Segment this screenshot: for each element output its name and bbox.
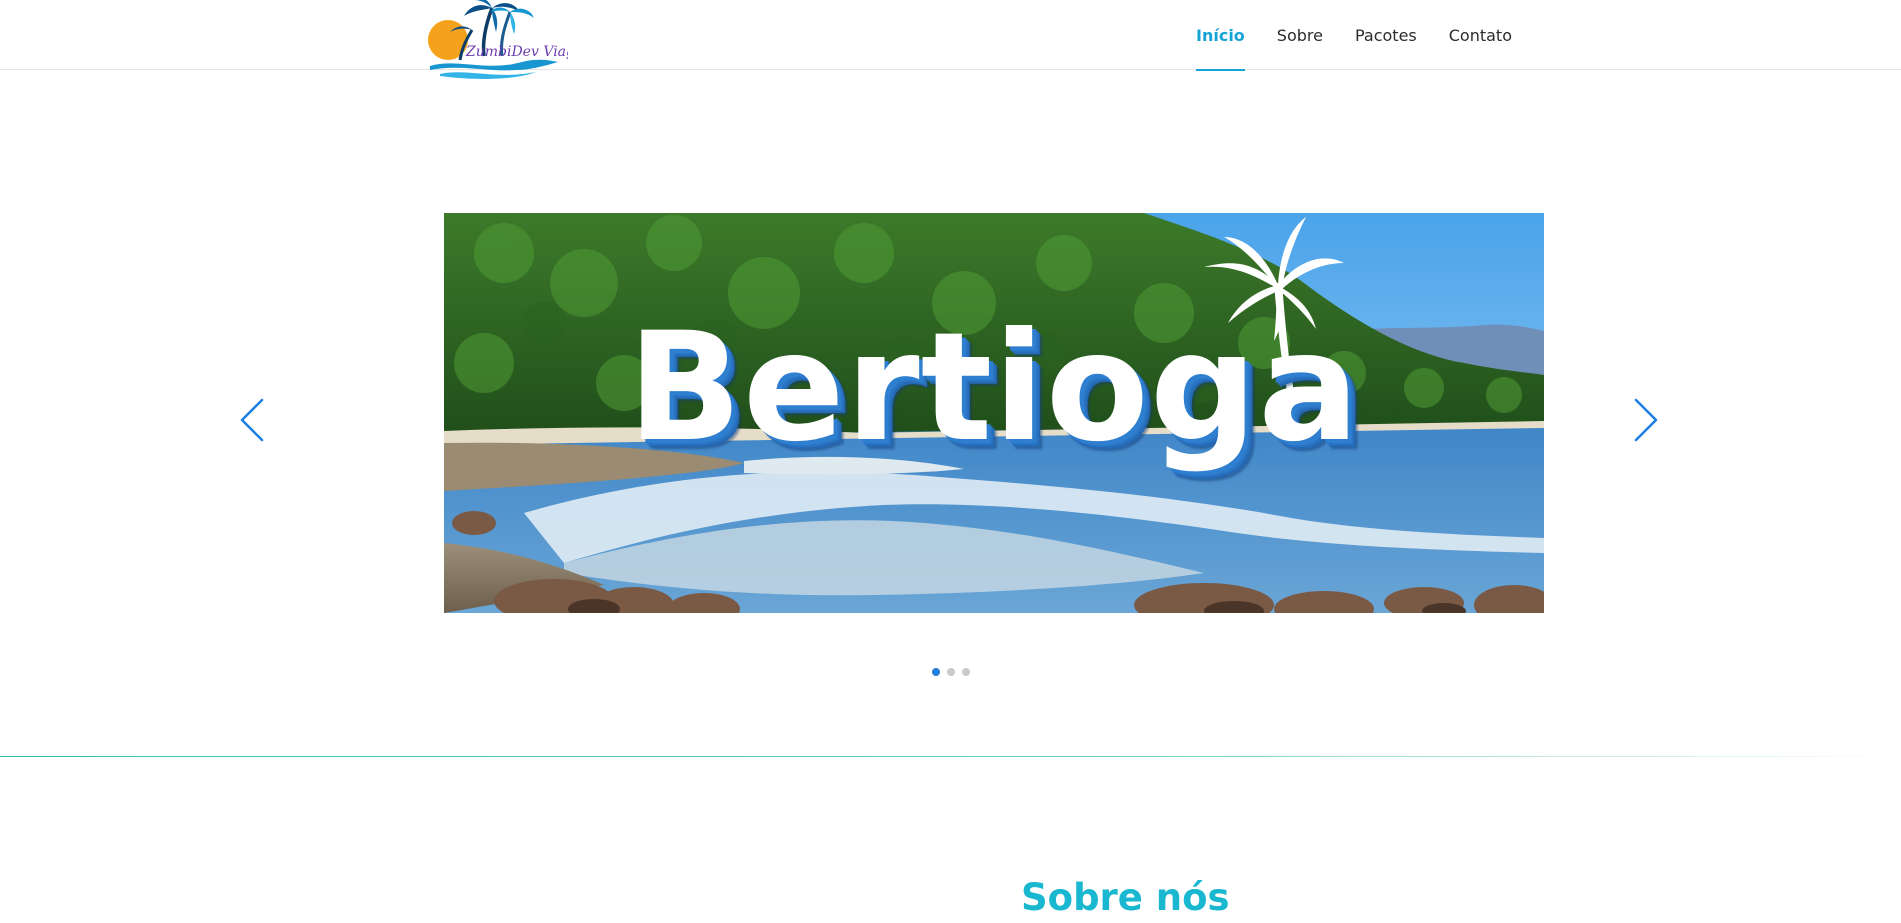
main-nav: Início Sobre Pacotes Contato xyxy=(1180,0,1528,71)
about-section-title: Sobre nós xyxy=(1021,876,1230,919)
slider-dot-2[interactable] xyxy=(946,668,955,676)
slider-dot-3[interactable] xyxy=(961,668,970,676)
chevron-left-icon xyxy=(240,398,264,442)
slide-title: Bertioga xyxy=(627,301,1361,475)
chevron-right-icon xyxy=(1634,398,1658,442)
nav-item-inicio[interactable]: Início xyxy=(1196,0,1245,71)
site-logo[interactable]: ZumbiDev Viagens xyxy=(426,0,568,84)
site-header: ZumbiDev Viagens Início Sobre Pacotes Co… xyxy=(0,0,1901,79)
slider-pagination xyxy=(0,668,1901,676)
page: ZumbiDev Viagens Início Sobre Pacotes Co… xyxy=(0,0,1901,923)
section-divider xyxy=(0,756,1901,757)
slider-prev-button[interactable] xyxy=(232,390,272,450)
logo-text: ZumbiDev Viagens xyxy=(465,44,568,60)
nav-item-contato[interactable]: Contato xyxy=(1449,0,1512,70)
slider-dot-1[interactable] xyxy=(931,668,940,676)
slide-image: Bertioga xyxy=(444,213,1544,613)
hero-slider: Bertioga xyxy=(0,70,1901,758)
slider-next-button[interactable] xyxy=(1626,390,1666,450)
nav-item-pacotes[interactable]: Pacotes xyxy=(1355,0,1417,70)
nav-item-sobre[interactable]: Sobre xyxy=(1277,0,1323,70)
